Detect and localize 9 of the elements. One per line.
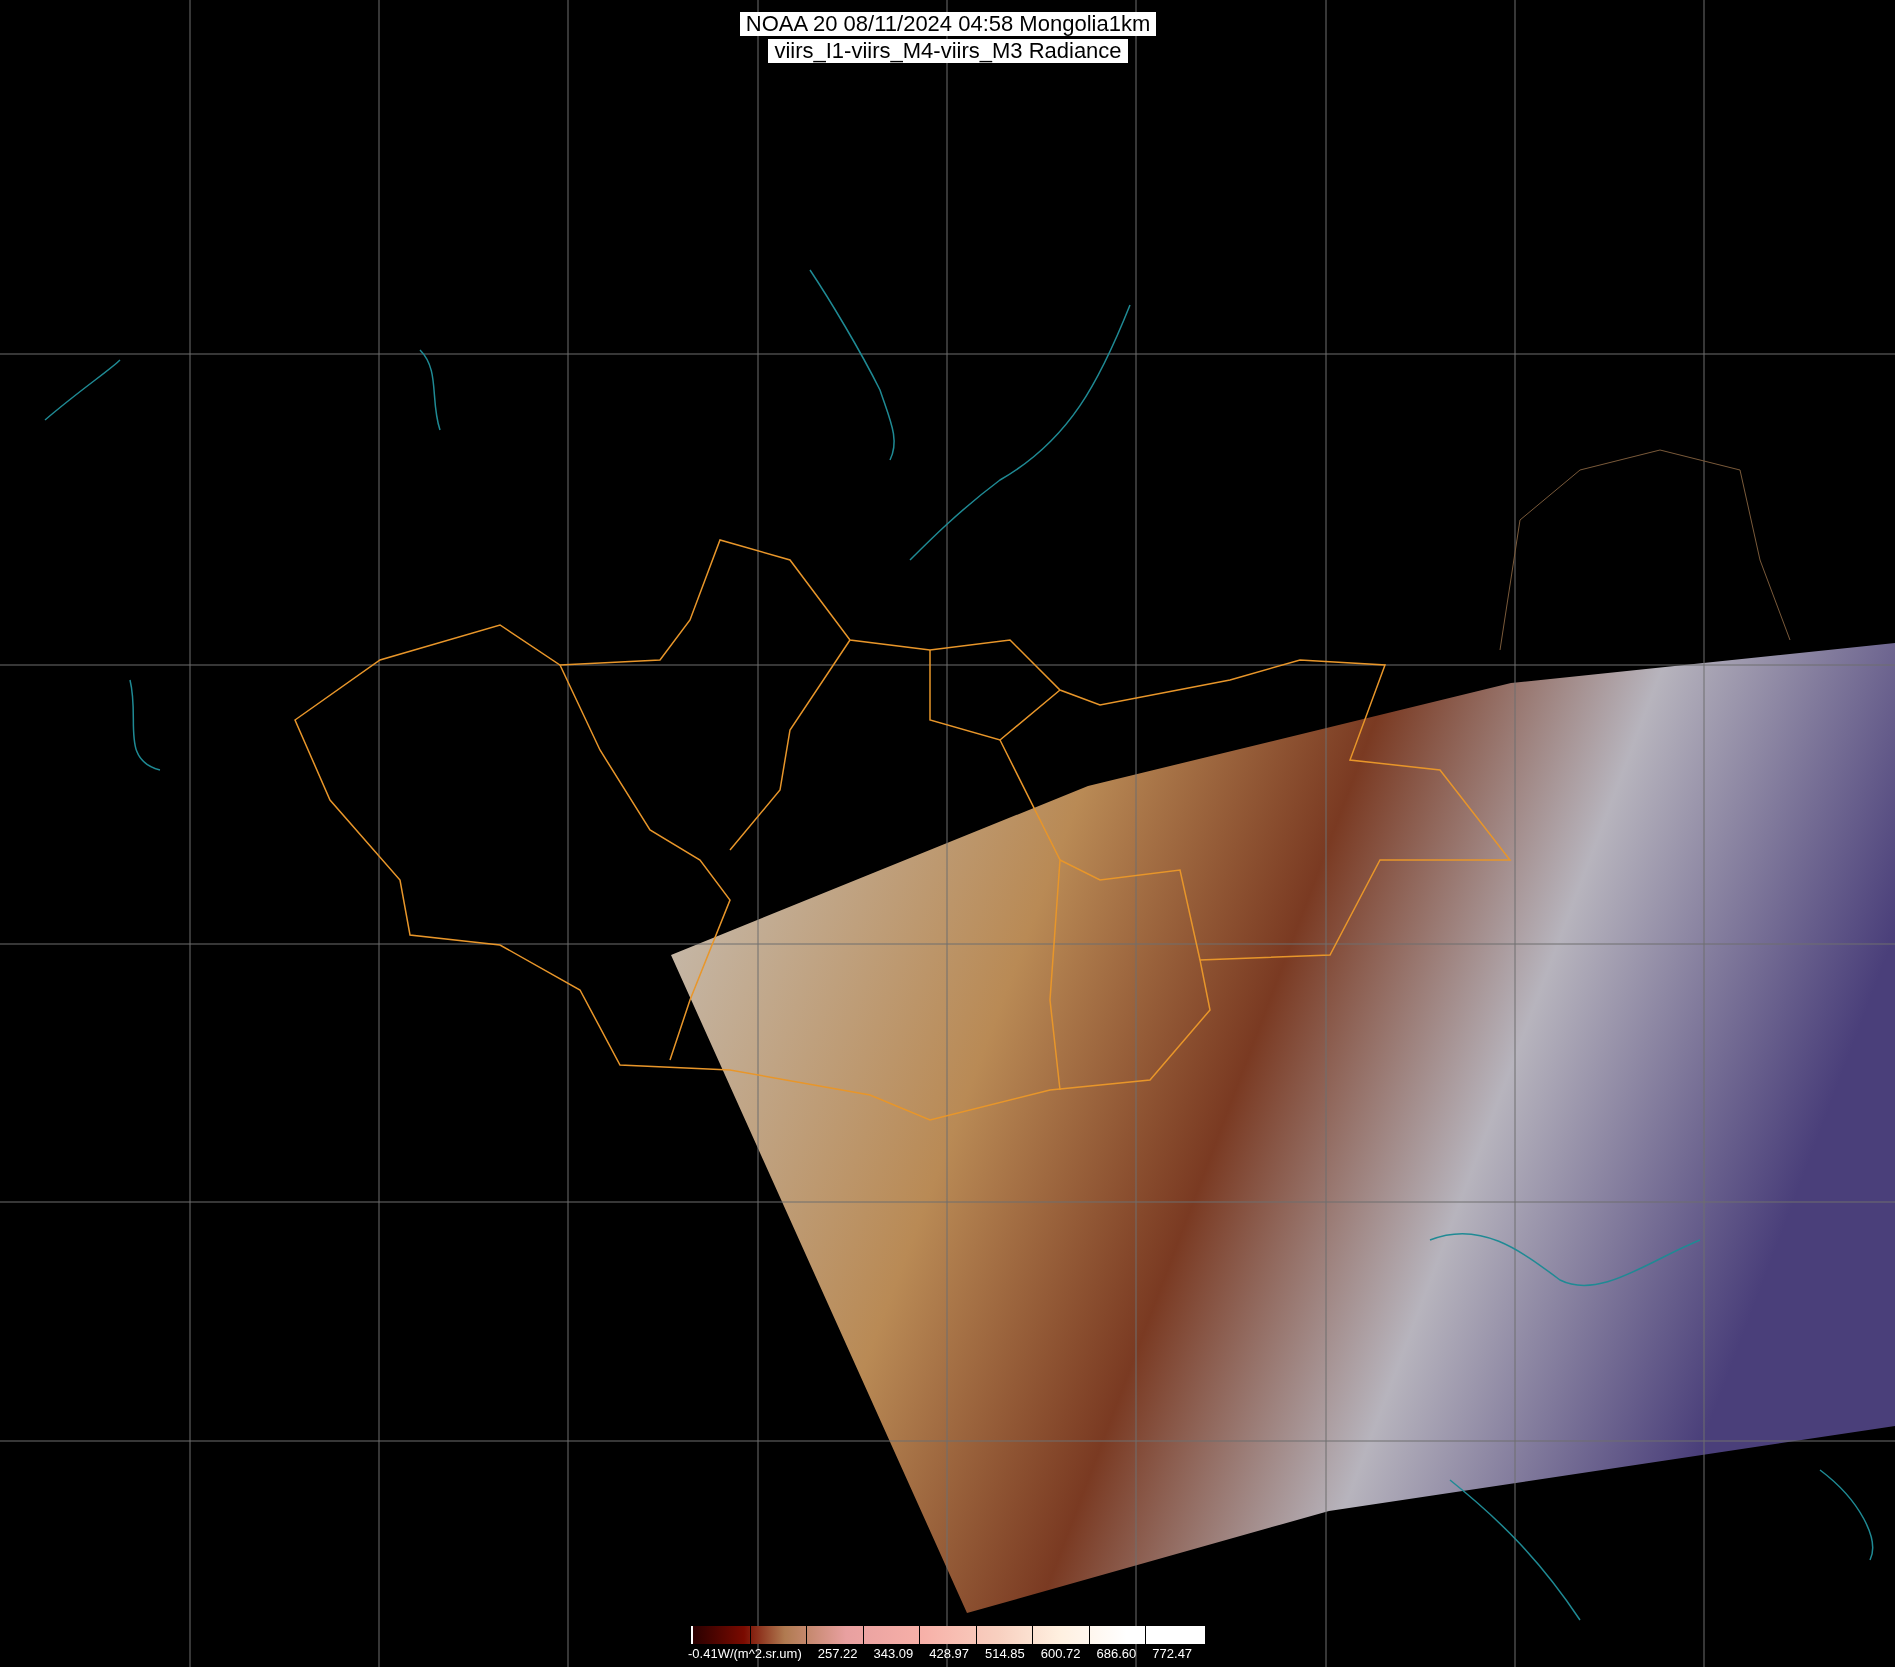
scale-label: 343.09 xyxy=(873,1646,914,1661)
scale-label: 600.72 xyxy=(1040,1646,1081,1661)
scale-label: 428.97 xyxy=(929,1646,970,1661)
scale-label: 686.60 xyxy=(1096,1646,1137,1661)
scale-label: 257.22 xyxy=(817,1646,858,1661)
scale-label: 772.47 xyxy=(1152,1646,1193,1661)
map-title: NOAA 20 08/11/2024 04:58 Mongolia1km viirs_I1-viirs_M4-viirs_M3 Radiance xyxy=(721,12,1175,63)
scale-label: -0.41W/(m^2.sr.um) xyxy=(688,1646,802,1661)
scale-label: 514.85 xyxy=(985,1646,1025,1661)
